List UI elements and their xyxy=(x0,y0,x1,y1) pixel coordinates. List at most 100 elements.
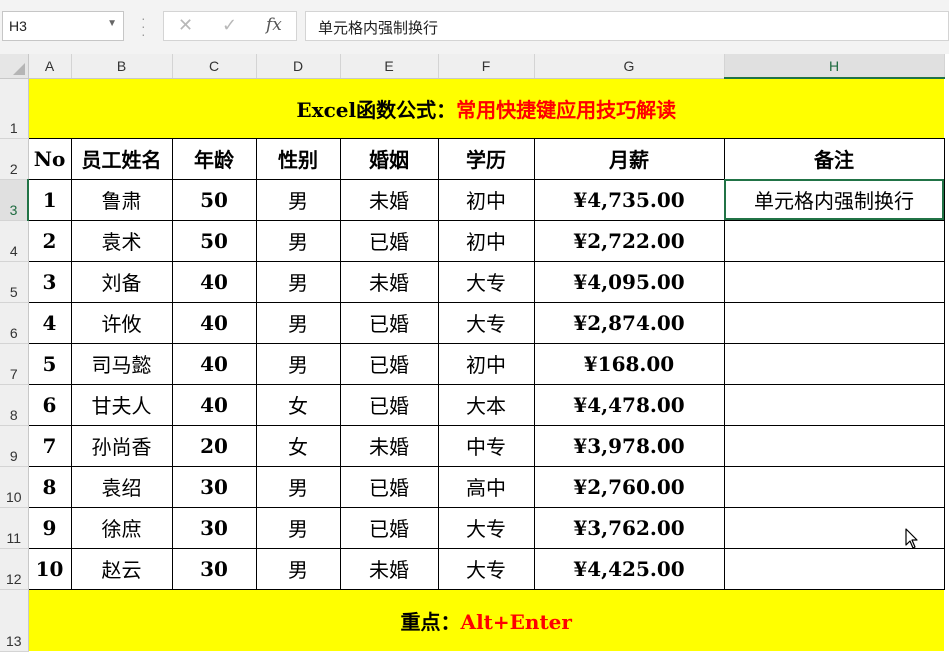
cancel-icon[interactable]: ✕ xyxy=(178,15,193,36)
cell-gender[interactable]: 男 xyxy=(255,465,341,508)
cell-education[interactable]: 初中 xyxy=(437,219,535,262)
cell-salary[interactable]: ¥3,762.00 xyxy=(533,506,725,549)
cell-name[interactable]: 袁绍 xyxy=(70,465,173,508)
cell-note[interactable] xyxy=(723,383,945,426)
cell-note[interactable] xyxy=(723,219,945,262)
cell-marital[interactable]: 未婚 xyxy=(339,547,439,590)
header-cell[interactable]: 备注 xyxy=(723,137,945,180)
cell-note[interactable] xyxy=(723,301,945,344)
cell-no[interactable]: 6 xyxy=(27,383,72,426)
cell-note[interactable] xyxy=(723,424,945,467)
cell-name[interactable]: 赵云 xyxy=(70,547,173,590)
cell-note-active[interactable]: 单元格内强制换行 xyxy=(723,178,945,221)
row-header-11[interactable]: 11 xyxy=(0,507,29,549)
cell-name[interactable]: 徐庶 xyxy=(70,506,173,549)
row-header-6[interactable]: 6 xyxy=(0,302,29,344)
row-header-7[interactable]: 7 xyxy=(0,343,29,385)
cell-no[interactable]: 4 xyxy=(27,301,72,344)
column-header-c[interactable]: C xyxy=(172,54,257,79)
enter-check-icon[interactable]: ✓ xyxy=(222,15,237,36)
cell-salary[interactable]: ¥2,722.00 xyxy=(533,219,725,262)
cell-note[interactable] xyxy=(723,342,945,385)
cell-age[interactable]: 40 xyxy=(171,260,257,303)
cell-education[interactable]: 大专 xyxy=(437,506,535,549)
cell-age[interactable]: 20 xyxy=(171,424,257,467)
column-header-a[interactable]: A xyxy=(28,54,72,79)
header-cell[interactable]: 婚姻 xyxy=(339,137,439,180)
header-cell[interactable]: 月薪 xyxy=(533,137,725,180)
cell-salary[interactable]: ¥3,978.00 xyxy=(533,424,725,467)
cell-education[interactable]: 大专 xyxy=(437,260,535,303)
insert-function-icon[interactable]: fx xyxy=(266,15,282,35)
cell-gender[interactable]: 女 xyxy=(255,383,341,426)
cell-no[interactable]: 3 xyxy=(27,260,72,303)
header-cell[interactable]: 年龄 xyxy=(171,137,257,180)
cell-education[interactable]: 大专 xyxy=(437,547,535,590)
row-header-3[interactable]: 3 xyxy=(0,179,29,221)
cell-no[interactable]: 1 xyxy=(27,178,72,221)
header-cell[interactable]: 员工姓名 xyxy=(70,137,173,180)
header-cell[interactable]: 性别 xyxy=(255,137,341,180)
cell-gender[interactable]: 男 xyxy=(255,547,341,590)
row-header-1[interactable]: 1 xyxy=(0,78,29,139)
cell-marital[interactable]: 已婚 xyxy=(339,219,439,262)
cell-education[interactable]: 中专 xyxy=(437,424,535,467)
cell-salary[interactable]: ¥2,760.00 xyxy=(533,465,725,508)
cell-name[interactable]: 鲁肃 xyxy=(70,178,173,221)
column-header-h[interactable]: H xyxy=(724,54,945,79)
header-cell[interactable]: No xyxy=(27,137,72,180)
cell-no[interactable]: 7 xyxy=(27,424,72,467)
cell-education[interactable]: 大本 xyxy=(437,383,535,426)
cell-name[interactable]: 甘夫人 xyxy=(70,383,173,426)
cell-marital[interactable]: 已婚 xyxy=(339,465,439,508)
cell-salary[interactable]: ¥4,478.00 xyxy=(533,383,725,426)
formula-input[interactable]: 单元格内强制换行 xyxy=(305,11,949,41)
title-banner[interactable]: Excel函数公式：常用快捷键应用技巧解读 xyxy=(28,78,944,138)
name-box[interactable]: H3 ▼ xyxy=(2,11,124,41)
cell-name[interactable]: 袁术 xyxy=(70,219,173,262)
cell-education[interactable]: 高中 xyxy=(437,465,535,508)
cell-no[interactable]: 2 xyxy=(27,219,72,262)
row-header-12[interactable]: 12 xyxy=(0,548,29,590)
cell-education[interactable]: 初中 xyxy=(437,178,535,221)
cell-marital[interactable]: 未婚 xyxy=(339,260,439,303)
cell-salary[interactable]: ¥4,095.00 xyxy=(533,260,725,303)
row-header-13[interactable]: 13 xyxy=(0,589,29,652)
cell-age[interactable]: 40 xyxy=(171,301,257,344)
cell-salary[interactable]: ¥4,735.00 xyxy=(533,178,725,221)
cell-age[interactable]: 30 xyxy=(171,547,257,590)
cell-no[interactable]: 9 xyxy=(27,506,72,549)
cell-age[interactable]: 30 xyxy=(171,465,257,508)
row-header-10[interactable]: 10 xyxy=(0,466,29,508)
cell-note[interactable] xyxy=(723,260,945,303)
row-header-4[interactable]: 4 xyxy=(0,220,29,262)
cell-salary[interactable]: ¥168.00 xyxy=(533,342,725,385)
column-header-g[interactable]: G xyxy=(534,54,725,79)
cell-education[interactable]: 初中 xyxy=(437,342,535,385)
cell-no[interactable]: 8 xyxy=(27,465,72,508)
cell-age[interactable]: 40 xyxy=(171,383,257,426)
cell-name[interactable]: 刘备 xyxy=(70,260,173,303)
cell-gender[interactable]: 男 xyxy=(255,178,341,221)
cell-gender[interactable]: 男 xyxy=(255,260,341,303)
cell-gender[interactable]: 男 xyxy=(255,506,341,549)
row-header-5[interactable]: 5 xyxy=(0,261,29,303)
cell-marital[interactable]: 已婚 xyxy=(339,342,439,385)
cell-marital[interactable]: 已婚 xyxy=(339,301,439,344)
row-header-8[interactable]: 8 xyxy=(0,384,29,426)
select-all-button[interactable] xyxy=(0,54,29,79)
cell-no[interactable]: 10 xyxy=(27,547,72,590)
column-header-e[interactable]: E xyxy=(340,54,439,79)
column-header-f[interactable]: F xyxy=(438,54,535,79)
header-cell[interactable]: 学历 xyxy=(437,137,535,180)
drag-handle-icon[interactable]: · · · xyxy=(141,11,146,41)
cell-salary[interactable]: ¥2,874.00 xyxy=(533,301,725,344)
cell-marital[interactable]: 已婚 xyxy=(339,383,439,426)
cell-note[interactable] xyxy=(723,465,945,508)
cell-gender[interactable]: 男 xyxy=(255,301,341,344)
cell-gender[interactable]: 男 xyxy=(255,219,341,262)
cell-marital[interactable]: 未婚 xyxy=(339,424,439,467)
cell-marital[interactable]: 已婚 xyxy=(339,506,439,549)
cell-note[interactable] xyxy=(723,547,945,590)
cell-marital[interactable]: 未婚 xyxy=(339,178,439,221)
